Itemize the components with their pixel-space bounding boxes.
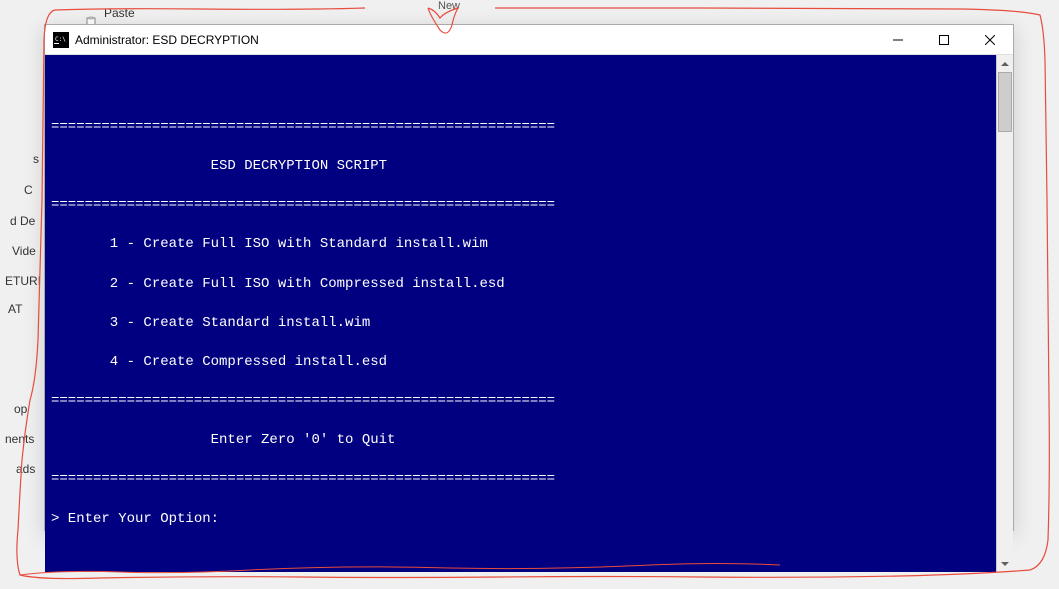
console-option-3: 3 - Create Standard install.wim: [51, 314, 990, 334]
window-controls: [875, 25, 1013, 54]
console-option-4: 4 - Create Compressed install.esd: [51, 353, 990, 373]
scrollbar-up-arrow[interactable]: [997, 55, 1013, 72]
vertical-scrollbar[interactable]: [996, 55, 1013, 572]
close-button[interactable]: [967, 25, 1013, 55]
bg-item: nents: [5, 430, 34, 449]
console-option-1: 1 - Create Full ISO with Standard instal…: [51, 235, 990, 255]
console-prompt-line: > Enter Your Option:: [51, 510, 990, 530]
console-body: ========================================…: [45, 55, 1013, 572]
bg-item: d De: [10, 212, 35, 231]
cmd-icon: C:\: [53, 32, 69, 48]
maximize-button[interactable]: [921, 25, 967, 55]
console-window: C:\ Administrator: ESD DECRYPTION ======…: [44, 24, 1014, 531]
console-divider: ========================================…: [51, 118, 990, 138]
console-line: [51, 79, 990, 99]
bg-item: s: [33, 150, 39, 169]
bg-item: Vide: [12, 242, 36, 261]
console-quit-line: Enter Zero '0' to Quit: [51, 431, 990, 451]
minimize-button[interactable]: [875, 25, 921, 55]
console-header: ESD DECRYPTION SCRIPT: [51, 157, 990, 177]
scrollbar-thumb[interactable]: [998, 72, 1012, 132]
bg-item: op: [14, 400, 27, 419]
bg-item: C: [24, 181, 33, 200]
window-title: Administrator: ESD DECRYPTION: [75, 33, 875, 47]
new-label: New: [438, 0, 460, 16]
console-option-2: 2 - Create Full ISO with Compressed inst…: [51, 275, 990, 295]
svg-text:C:\: C:\: [55, 36, 66, 43]
console-divider: ========================================…: [51, 196, 990, 216]
bg-item: ETURI: [5, 272, 41, 291]
console-output[interactable]: ========================================…: [45, 55, 996, 572]
console-divider: ========================================…: [51, 470, 990, 490]
bg-item: ads: [16, 460, 35, 479]
console-divider: ========================================…: [51, 392, 990, 412]
bg-item: AT: [8, 300, 22, 319]
scrollbar-down-arrow[interactable]: [997, 555, 1013, 572]
title-bar[interactable]: C:\ Administrator: ESD DECRYPTION: [45, 25, 1013, 55]
console-prompt: > Enter Your Option:: [51, 511, 219, 527]
